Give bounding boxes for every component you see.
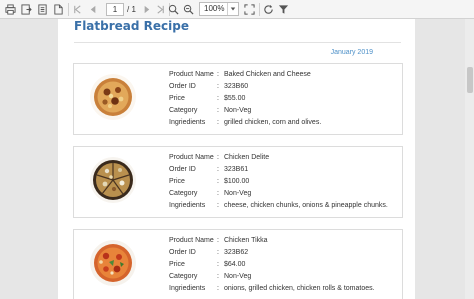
product-name-value: Chicken Tikka: [224, 237, 268, 244]
field-separator: :: [217, 107, 219, 114]
recipe-card: Product Name: Chicken Tikka Order ID:323B…: [73, 229, 403, 299]
report-page: Flatbread Recipe January 2019 Product Na…: [58, 19, 415, 299]
category-value: Non-Veg: [224, 107, 252, 114]
report-viewer[interactable]: Flatbread Recipe January 2019 Product Na…: [0, 19, 474, 299]
previous-page-button[interactable]: [86, 2, 101, 17]
ingredients-value: grilled chicken, corn and olives.: [224, 119, 322, 126]
field-separator: :: [217, 249, 219, 256]
zoom-out-button[interactable]: [181, 2, 196, 17]
filter-button[interactable]: [276, 2, 291, 17]
refresh-icon: [264, 4, 273, 14]
first-page-icon: [74, 5, 81, 14]
field-separator: :: [217, 237, 219, 244]
field-label: Ingriedients: [169, 119, 206, 126]
report-date: January 2019: [330, 49, 373, 56]
scrollbar-thumb[interactable]: [467, 67, 473, 93]
title-divider: [74, 42, 401, 43]
document-icon: [54, 4, 63, 15]
product-name-value: Chicken Delite: [224, 154, 270, 161]
previous-page-icon: [90, 5, 96, 14]
field-separator: :: [217, 285, 219, 292]
toolbar-separator: [259, 3, 260, 16]
field-separator: :: [217, 261, 219, 268]
first-page-button[interactable]: [70, 2, 85, 17]
price-value: $55.00: [224, 95, 246, 102]
field-separator: :: [217, 202, 219, 209]
page-total-label: / 1: [127, 5, 136, 14]
order-id-value: 323B60: [224, 83, 249, 90]
product-name-value: Baked Chicken and Cheese: [224, 71, 311, 78]
print-button[interactable]: [3, 2, 18, 17]
print-icon: [5, 4, 16, 15]
recipe-image: [90, 240, 136, 286]
field-separator: :: [217, 154, 219, 161]
document-button[interactable]: [51, 2, 66, 17]
fit-page-icon: [244, 4, 255, 15]
fit-page-button[interactable]: [242, 2, 257, 17]
zoom-in-button[interactable]: [166, 2, 181, 17]
recipe-image: [90, 157, 136, 203]
field-label: Order ID: [169, 83, 196, 90]
field-label: Product Name: [169, 154, 214, 161]
filter-icon: [278, 5, 289, 14]
page-setup-button[interactable]: [35, 2, 50, 17]
last-page-icon: [157, 5, 164, 14]
field-label: Category: [169, 273, 198, 280]
field-label: Product Name: [169, 71, 214, 78]
zoom-value: 100%: [204, 4, 225, 13]
vertical-scrollbar[interactable]: [465, 19, 474, 299]
field-label: Price: [169, 178, 185, 185]
field-label: Order ID: [169, 249, 196, 256]
field-label: Ingriedients: [169, 202, 206, 209]
category-value: Non-Veg: [224, 273, 252, 280]
recipe-card: Product Name: Baked Chicken and Cheese Or…: [73, 63, 403, 135]
recipe-card: Product Name: Chicken Delite Order ID:323…: [73, 146, 403, 218]
field-separator: :: [217, 166, 219, 173]
viewer-toolbar: / 1 100%: [0, 0, 474, 19]
field-label: Ingriedients: [169, 285, 206, 292]
zoom-in-icon: [168, 4, 179, 15]
export-icon: [21, 4, 32, 15]
chevron-down-icon[interactable]: [227, 3, 238, 15]
refresh-button[interactable]: [261, 2, 276, 17]
field-separator: :: [217, 83, 219, 90]
field-label: Product Name: [169, 237, 214, 244]
field-separator: :: [217, 178, 219, 185]
zoom-out-icon: [183, 4, 194, 15]
toolbar-separator: [68, 3, 69, 16]
ingredients-value: onions, grilled chicken, chicken rolls &…: [224, 285, 375, 292]
page-title: Flatbread Recipe: [74, 19, 189, 33]
field-label: Price: [169, 261, 185, 268]
field-separator: :: [217, 119, 219, 126]
field-separator: :: [217, 95, 219, 102]
ingredients-value: cheese, chicken chunks, onions & pineapp…: [224, 202, 388, 209]
price-value: $64.00: [224, 261, 246, 268]
next-page-button[interactable]: [139, 2, 154, 17]
page-number-input[interactable]: [106, 3, 124, 16]
order-id-value: 323B62: [224, 249, 249, 256]
order-id-value: 323B61: [224, 166, 249, 173]
field-separator: :: [217, 273, 219, 280]
field-separator: :: [217, 190, 219, 197]
export-button[interactable]: [19, 2, 34, 17]
field-label: Category: [169, 107, 198, 114]
price-value: $100.00: [224, 178, 250, 185]
page-setup-icon: [38, 4, 47, 15]
field-label: Category: [169, 190, 198, 197]
field-label: Order ID: [169, 166, 196, 173]
next-page-icon: [144, 5, 150, 14]
field-separator: :: [217, 71, 219, 78]
category-value: Non-Veg: [224, 190, 252, 197]
field-label: Price: [169, 95, 185, 102]
recipe-image: [90, 74, 136, 120]
zoom-select[interactable]: 100%: [199, 2, 239, 16]
